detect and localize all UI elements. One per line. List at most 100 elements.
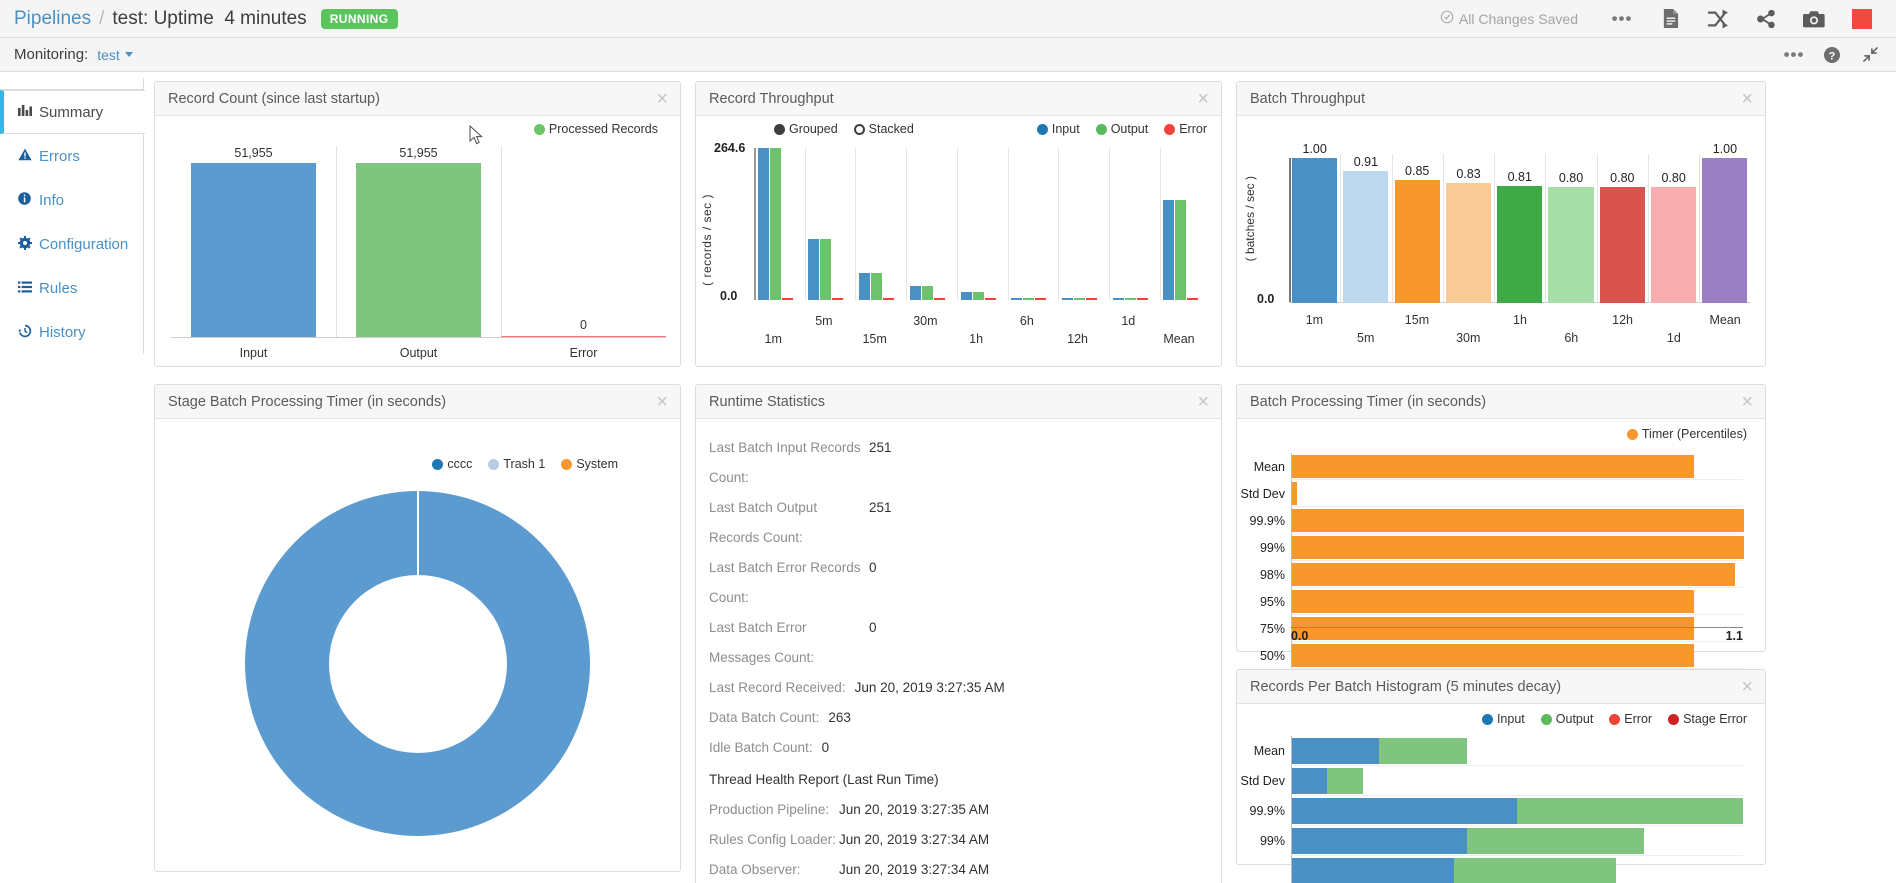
bar[interactable] — [1343, 171, 1389, 303]
close-icon[interactable]: × — [656, 89, 668, 109]
stop-button[interactable] — [1838, 0, 1886, 38]
bar[interactable] — [1292, 455, 1695, 478]
bar-input[interactable] — [757, 148, 769, 300]
legend-item[interactable]: Output — [1095, 122, 1148, 136]
legend-item[interactable]: cccc — [432, 457, 472, 471]
sidebar-item-history[interactable]: History — [0, 310, 143, 354]
bar-error[interactable] — [832, 298, 844, 300]
close-icon[interactable]: × — [1741, 89, 1753, 109]
legend-item[interactable]: Processed Records — [533, 122, 658, 136]
bar-group[interactable] — [1011, 148, 1047, 300]
sidebar-item-summary[interactable]: Summary — [0, 90, 145, 134]
bar[interactable] — [1702, 158, 1748, 303]
bar[interactable] — [1292, 482, 1298, 505]
bar-error[interactable] — [1187, 298, 1199, 300]
close-icon[interactable]: × — [1197, 392, 1209, 412]
donut-chart[interactable] — [245, 491, 590, 836]
bar-input[interactable] — [1163, 199, 1175, 300]
legend-item[interactable]: Stage Error — [1668, 712, 1747, 726]
bar-group[interactable] — [1062, 148, 1098, 300]
bar[interactable] — [1292, 590, 1695, 613]
bar-segment-output[interactable] — [1379, 738, 1468, 764]
bar-segment-output[interactable] — [1467, 828, 1644, 854]
help-icon[interactable]: ? — [1814, 38, 1850, 72]
monitoring-pipeline-select[interactable]: test — [97, 47, 133, 63]
mode-option-grouped[interactable]: Grouped — [774, 122, 838, 136]
legend-item[interactable]: System — [561, 457, 618, 471]
mode-option-stacked[interactable]: Stacked — [853, 122, 914, 136]
bar-group[interactable] — [808, 148, 844, 300]
more-options-icon[interactable]: ••• — [1776, 38, 1812, 72]
legend-item[interactable]: Output — [1540, 712, 1593, 726]
sidebar-item-errors[interactable]: Errors — [0, 134, 143, 178]
legend-item[interactable]: Input — [1481, 712, 1525, 726]
bar[interactable] — [1445, 182, 1492, 303]
close-icon[interactable]: × — [1741, 677, 1753, 697]
bar-input[interactable] — [1062, 298, 1074, 300]
bar-segment-output[interactable] — [1453, 858, 1617, 883]
bar-output[interactable] — [921, 286, 933, 300]
bar-group[interactable] — [960, 148, 996, 300]
more-options-icon[interactable]: ••• — [1598, 0, 1646, 38]
bar-group[interactable] — [1112, 148, 1148, 300]
legend-item[interactable]: Input — [1036, 122, 1080, 136]
bar-segment-input[interactable] — [1292, 768, 1329, 794]
bar-input[interactable] — [960, 292, 972, 300]
bar[interactable] — [1292, 158, 1338, 303]
legend-item[interactable]: Error — [1164, 122, 1207, 136]
bar-output[interactable] — [1175, 199, 1187, 300]
bar-group[interactable] — [757, 148, 793, 300]
close-icon[interactable]: × — [1741, 392, 1753, 412]
bar-error[interactable] — [1035, 298, 1047, 300]
bar-output[interactable] — [1074, 298, 1086, 300]
breadcrumb-pipelines[interactable]: Pipelines — [14, 8, 91, 30]
bar-input[interactable] — [1011, 297, 1023, 300]
bar-output[interactable] — [1023, 297, 1035, 300]
collapse-icon[interactable] — [1852, 38, 1888, 72]
sidebar-item-info[interactable]: Info — [0, 178, 143, 222]
legend-item[interactable]: Trash 1 — [488, 457, 545, 471]
bar-output[interactable] — [820, 239, 832, 300]
bar-output[interactable] — [972, 292, 984, 300]
bar-error[interactable] — [1136, 298, 1148, 300]
bar-segment-input[interactable] — [1292, 858, 1455, 883]
bar-error[interactable] — [883, 298, 895, 300]
bar-segment-input[interactable] — [1292, 798, 1518, 824]
bar-segment-input[interactable] — [1292, 738, 1381, 764]
bar[interactable] — [1292, 536, 1744, 559]
bar-input[interactable] — [909, 286, 921, 300]
bar-group[interactable] — [909, 148, 945, 300]
close-icon[interactable]: × — [1197, 89, 1209, 109]
bar-error[interactable] — [984, 298, 996, 300]
sidebar-item-configuration[interactable]: Configuration — [0, 222, 143, 266]
shuffle-icon[interactable] — [1694, 0, 1742, 38]
share-icon[interactable] — [1742, 0, 1790, 38]
bar-segment-output[interactable] — [1327, 768, 1364, 794]
bar[interactable] — [1599, 187, 1645, 303]
bar-error[interactable] — [1086, 298, 1098, 300]
bar-error[interactable] — [933, 298, 945, 300]
bar[interactable] — [1497, 185, 1543, 303]
bar-output[interactable] — [769, 148, 781, 300]
bar-segment-input[interactable] — [1292, 828, 1469, 854]
bar-group[interactable] — [859, 148, 895, 300]
bar[interactable] — [1651, 187, 1697, 303]
bar[interactable] — [1292, 644, 1695, 667]
bar-output[interactable] — [355, 163, 482, 338]
bar-input[interactable] — [190, 163, 317, 338]
bar-output[interactable] — [1124, 298, 1136, 300]
bar-error[interactable] — [781, 298, 793, 300]
bar-group[interactable] — [1163, 148, 1199, 300]
close-icon[interactable]: × — [656, 392, 668, 412]
sidebar-item-rules[interactable]: Rules — [0, 266, 143, 310]
legend-item[interactable]: Error — [1609, 712, 1652, 726]
bar-input[interactable] — [1112, 298, 1124, 300]
bar[interactable] — [1394, 179, 1440, 303]
bar-segment-output[interactable] — [1517, 798, 1743, 824]
bar[interactable] — [1548, 187, 1594, 303]
document-icon[interactable] — [1646, 0, 1694, 38]
legend-item[interactable]: Timer (Percentiles) — [1626, 427, 1747, 441]
bar-input[interactable] — [808, 239, 820, 300]
bar[interactable] — [1292, 563, 1735, 586]
bar-output[interactable] — [871, 273, 883, 300]
